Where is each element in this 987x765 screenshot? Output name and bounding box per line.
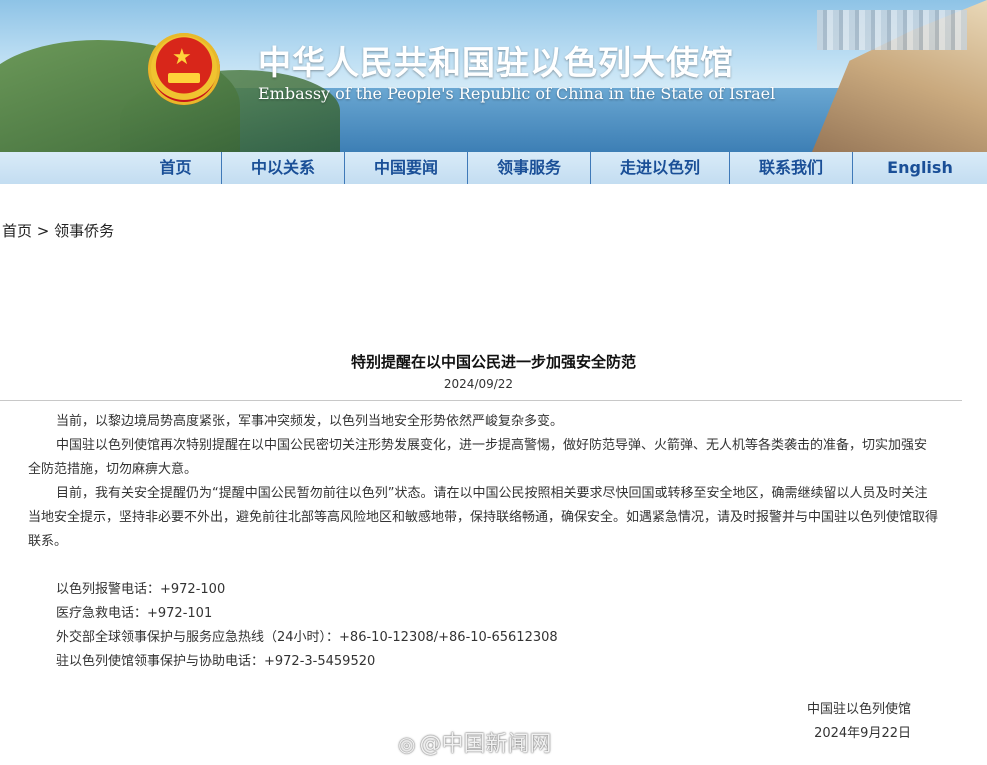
nav-item-china-israel-relations[interactable]: 中以关系 — [222, 152, 344, 184]
nav-item-china-news[interactable]: 中国要闻 — [345, 152, 467, 184]
banner-city-skyline — [817, 10, 967, 50]
site-title: 中华人民共和国驻以色列大使馆 — [258, 43, 734, 82]
contact-line: 医疗急救电话：+972-101 — [56, 606, 213, 621]
nav-item-consular-services[interactable]: 领事服务 — [468, 152, 590, 184]
breadcrumb-current[interactable]: 领事侨务 — [54, 222, 114, 240]
nav-item-contact-us[interactable]: 联系我们 — [730, 152, 852, 184]
signature-org: 中国驻以色列使馆 — [806, 702, 911, 717]
nav-item-english[interactable]: English — [853, 152, 987, 184]
article-paragraph: 中国驻以色列使馆再次特别提醒在以中国公民密切关注形势发展变化，进一步提高警惕，做… — [28, 438, 928, 477]
contact-line: 以色列报警电话：+972-100 — [56, 582, 226, 597]
weibo-icon: ◎ — [398, 732, 416, 756]
header-banner: ★ 中华人民共和国驻以色列大使馆 Embassy of the People's… — [0, 0, 987, 152]
contact-line: 驻以色列使馆领事保护与协助电话：+972-3-5459520 — [56, 654, 376, 669]
main-nav: 首页 中以关系 中国要闻 领事服务 走进以色列 联系我们 English — [0, 152, 987, 184]
emergency-contacts: 以色列报警电话：+972-100 医疗急救电话：+972-101 外交部全球领事… — [56, 578, 558, 674]
national-emblem-icon: ★ — [148, 33, 220, 105]
signature-block: 中国驻以色列使馆 2024年9月22日 — [807, 698, 911, 746]
site-subtitle: Embassy of the People's Republic of Chin… — [258, 84, 776, 103]
contact-line: 外交部全球领事保护与服务应急热线（24小时）：+86-10-12308/+86-… — [56, 630, 558, 645]
breadcrumb: 首页 > 领事侨务 — [2, 220, 114, 241]
article-paragraph: 当前，以黎边境局势高度紧张，军事冲突频发，以色列当地安全形势依然严峻复杂多变。 — [56, 414, 564, 429]
article-title: 特别提醒在以中国公民进一步加强安全防范 — [350, 353, 636, 371]
title-divider — [0, 400, 962, 401]
breadcrumb-home-link[interactable]: 首页 — [2, 222, 32, 240]
nav-item-home[interactable]: 首页 — [130, 152, 221, 184]
breadcrumb-separator: > — [32, 222, 55, 240]
article-body: 当前，以黎边境局势高度紧张，军事冲突频发，以色列当地安全形势依然严峻复杂多变。 … — [28, 410, 938, 554]
watermark: ◎ @中国新闻网 — [398, 726, 551, 758]
article-date: 2024/09/22 — [443, 377, 514, 391]
nav-item-about-israel[interactable]: 走进以色列 — [591, 152, 729, 184]
watermark-text: @中国新闻网 — [419, 732, 552, 757]
article-paragraph: 目前，我有关安全提醒仍为“提醒中国公民暂勿前往以色列”状态。请在以中国公民按照相… — [28, 486, 939, 549]
signature-date: 2024年9月22日 — [814, 726, 911, 741]
